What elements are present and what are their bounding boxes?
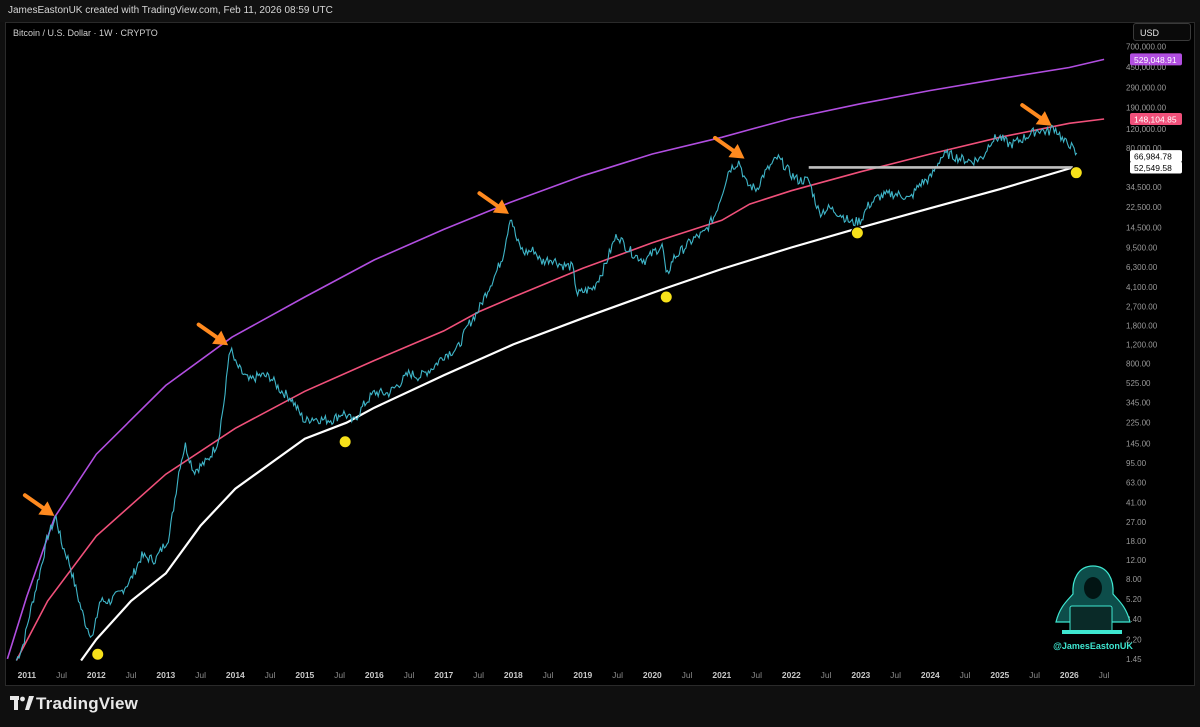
mid_band-curve — [15, 118, 1105, 661]
y-tick-label: 5.20 — [1126, 595, 1142, 604]
x-tick-label: 2014 — [226, 670, 245, 680]
x-tick-label: 2017 — [434, 670, 453, 680]
y-tick-label: 1.45 — [1126, 655, 1142, 664]
y-tick-label: 63.00 — [1126, 478, 1147, 487]
x-tick-label: 2020 — [643, 670, 662, 680]
y-tick-label: 14,500.00 — [1126, 224, 1162, 233]
y-tick-label: 290,000.00 — [1126, 84, 1167, 93]
bottom-marker — [91, 647, 105, 661]
x-tick-label: 2011 — [18, 670, 37, 680]
x-tick-label: 2018 — [504, 670, 523, 680]
x-tick-label: 2019 — [573, 670, 592, 680]
price-label-text: 52,549.58 — [1134, 163, 1172, 173]
currency-button[interactable]: USD — [1133, 23, 1191, 41]
x-tick-label: Jul — [682, 670, 693, 680]
y-tick-label: 8.00 — [1126, 575, 1142, 584]
y-tick-label: 95.00 — [1126, 459, 1147, 468]
x-tick-label: Jul — [821, 670, 832, 680]
footer-bar — [0, 686, 1200, 727]
x-tick-label: Jul — [890, 670, 901, 680]
y-tick-label: 2,700.00 — [1126, 302, 1158, 311]
x-tick-label: 2025 — [990, 670, 1009, 680]
x-tick-label: 2015 — [295, 670, 314, 680]
y-tick-label: 34,500.00 — [1126, 183, 1162, 192]
x-tick-label: 2013 — [156, 670, 175, 680]
y-tick-label: 225.00 — [1126, 419, 1151, 428]
y-tick-label: 1,800.00 — [1126, 321, 1158, 330]
x-tick-label: Jul — [543, 670, 554, 680]
y-tick-label: 1,200.00 — [1126, 340, 1158, 349]
x-tick-label: Jul — [751, 670, 762, 680]
x-tick-label: 2021 — [712, 670, 731, 680]
bottom-marker — [659, 290, 673, 304]
bottom-marker — [850, 226, 864, 240]
x-tick-label: Jul — [265, 670, 276, 680]
price-label-text: 529,048.91 — [1134, 55, 1177, 65]
lower_band-curve — [80, 166, 1074, 662]
x-tick-label: 2026 — [1060, 670, 1079, 680]
arrow-marker — [713, 135, 745, 159]
tradingview-brand[interactable]: TradingView — [36, 694, 138, 714]
x-tick-label: Jul — [126, 670, 137, 680]
y-tick-label: 145.00 — [1126, 439, 1151, 448]
x-tick-label: 2012 — [87, 670, 106, 680]
symbol-label: Bitcoin / U.S. Dollar · 1W · CRYPTO — [13, 28, 158, 38]
y-tick-label: 12.00 — [1126, 556, 1147, 565]
x-tick-label: Jul — [404, 670, 415, 680]
x-tick-label: 2022 — [782, 670, 801, 680]
tradingview-logo-icon — [10, 696, 34, 710]
arrow-marker — [196, 322, 229, 346]
x-tick-label: Jul — [1099, 670, 1110, 680]
y-tick-label: 18.00 — [1126, 537, 1147, 546]
y-tick-label: 22,500.00 — [1126, 203, 1162, 212]
x-tick-label: 2016 — [365, 670, 384, 680]
y-tick-label: 27.00 — [1126, 518, 1147, 527]
y-tick-label: 120,000.00 — [1126, 125, 1167, 134]
x-tick-label: Jul — [612, 670, 623, 680]
upper_band-curve — [6, 58, 1105, 660]
y-tick-label: 4,100.00 — [1126, 283, 1158, 292]
y-tick-label: 41.00 — [1126, 498, 1147, 507]
y-tick-label: 345.00 — [1126, 399, 1151, 408]
x-tick-label: Jul — [1029, 670, 1040, 680]
arrow-marker — [22, 493, 55, 516]
x-tick-label: Jul — [334, 670, 345, 680]
y-tick-label: 9,500.00 — [1126, 244, 1158, 253]
x-tick-label: Jul — [960, 670, 971, 680]
price-line — [15, 124, 1078, 661]
x-tick-label: Jul — [473, 670, 484, 680]
y-tick-label: 800.00 — [1126, 359, 1151, 368]
bottom-marker — [1069, 166, 1083, 180]
y-tick-label: 6,300.00 — [1126, 263, 1158, 272]
price-chart[interactable]: 700,000.00450,000.00290,000.00190,000.00… — [0, 0, 1200, 727]
price-label-text: 66,984.78 — [1134, 152, 1172, 162]
y-tick-label: 525.00 — [1126, 379, 1151, 388]
x-tick-label: Jul — [56, 670, 67, 680]
bottom-marker — [338, 435, 352, 449]
hooded-hacker-logo — [1055, 565, 1131, 634]
price-label-text: 148,104.85 — [1134, 114, 1177, 124]
x-tick-label: 2023 — [851, 670, 870, 680]
y-tick-label: 190,000.00 — [1126, 103, 1167, 112]
y-tick-label: 700,000.00 — [1126, 42, 1167, 51]
watermark-handle: @JamesEastonUK — [1053, 641, 1133, 651]
x-tick-label: Jul — [195, 670, 206, 680]
x-tick-label: 2024 — [921, 670, 940, 680]
